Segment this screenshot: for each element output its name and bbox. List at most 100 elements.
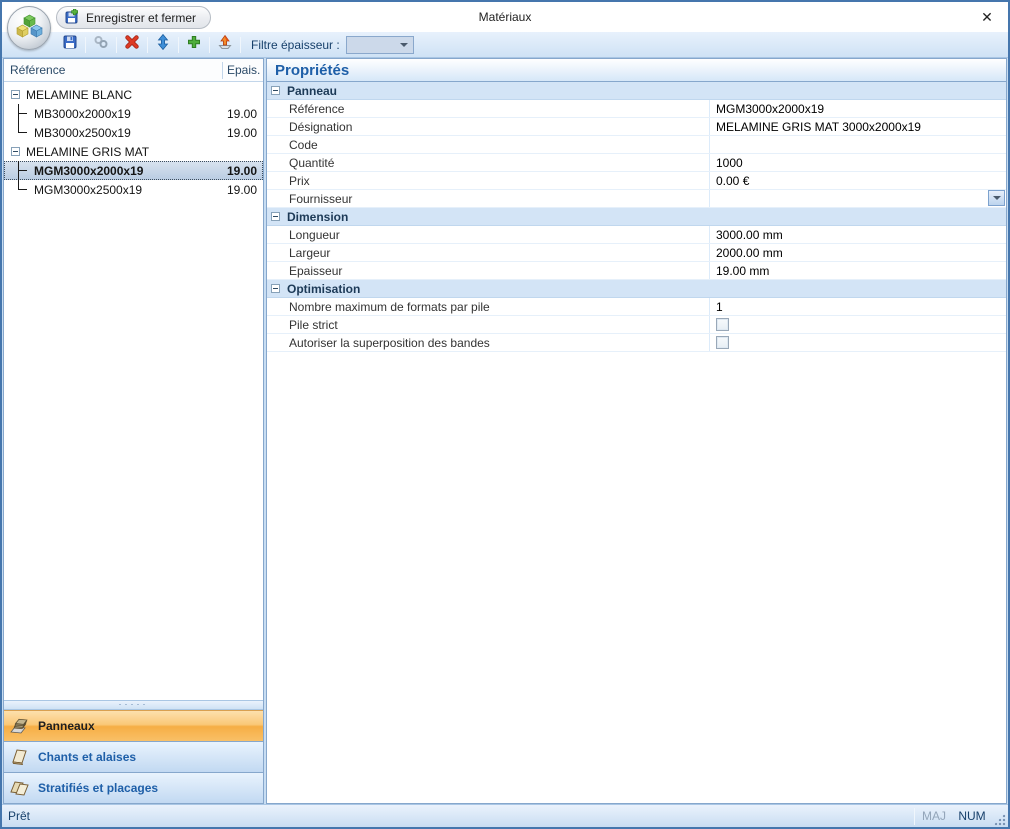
- nav-chants-button[interactable]: Chants et alaises: [4, 741, 263, 772]
- chevron-down-icon: [400, 43, 408, 47]
- prop-row-prix[interactable]: Prix 0.00 €: [267, 172, 1006, 190]
- tree-item-label: MGM3000x2500x19: [34, 183, 223, 197]
- tree-item-thickness: 19.00: [223, 183, 263, 197]
- pile-strict-checkbox[interactable]: [716, 318, 729, 331]
- prop-row-designation[interactable]: Désignation MELAMINE GRIS MAT 3000x2000x…: [267, 118, 1006, 136]
- tree-group-label: MELAMINE BLANC: [26, 88, 263, 102]
- materials-window: Matériaux Enregistrer et fermer ✕: [0, 0, 1010, 829]
- properties-title-label: Propriétés: [275, 62, 349, 79]
- prop-row-pile-strict[interactable]: Pile strict: [267, 316, 1006, 334]
- nav-panneaux-button[interactable]: Panneaux: [4, 710, 263, 741]
- collapse-icon[interactable]: [271, 86, 280, 95]
- resize-grip[interactable]: [993, 813, 1006, 826]
- nav-stratifies-button[interactable]: Stratifiés et placages: [4, 772, 263, 803]
- prop-group-label: Dimension: [287, 210, 348, 224]
- prop-row-fournisseur[interactable]: Fournisseur: [267, 190, 1006, 208]
- close-icon: ✕: [981, 9, 993, 26]
- prop-label: Référence: [267, 100, 709, 117]
- prop-value[interactable]: 0.00 €: [709, 172, 1006, 189]
- prop-label: Quantité: [267, 154, 709, 171]
- prop-value[interactable]: 3000.00 mm: [709, 226, 1006, 243]
- edge-band-icon: [9, 746, 31, 769]
- save-and-close-label: Enregistrer et fermer: [86, 11, 196, 25]
- prop-value[interactable]: [709, 136, 1006, 153]
- toolbar-separator: [240, 37, 241, 53]
- collapse-icon[interactable]: [11, 147, 20, 156]
- column-header-thickness[interactable]: Epais.: [223, 63, 263, 77]
- prop-row-superposition-bandes[interactable]: Autoriser la superposition des bandes: [267, 334, 1006, 352]
- link-icon: [93, 34, 109, 55]
- prop-label: Code: [267, 136, 709, 153]
- prop-row-epaisseur[interactable]: Epaisseur 19.00 mm: [267, 262, 1006, 280]
- main-area: Référence Epais. MELAMINE BLANC MB3000x2…: [2, 58, 1008, 804]
- tree-item[interactable]: MGM3000x2500x19 19.00: [4, 180, 263, 199]
- tree-column-headers[interactable]: Référence Epais.: [4, 59, 263, 82]
- collapse-icon[interactable]: [271, 212, 280, 221]
- toolbar-separator: [85, 37, 86, 53]
- prop-value[interactable]: [709, 190, 1006, 207]
- prop-value[interactable]: MELAMINE GRIS MAT 3000x2000x19: [709, 118, 1006, 135]
- prop-row-code[interactable]: Code: [267, 136, 1006, 154]
- tree-item-label: MB3000x2000x19: [34, 107, 223, 121]
- prop-value[interactable]: 1000: [709, 154, 1006, 171]
- prop-group-dimension[interactable]: Dimension: [267, 208, 1006, 226]
- tree-group-melamine-gris-mat[interactable]: MELAMINE GRIS MAT: [4, 142, 263, 161]
- import-button[interactable]: [213, 34, 237, 56]
- save-and-close-button[interactable]: Enregistrer et fermer: [56, 6, 211, 29]
- column-header-reference[interactable]: Référence: [4, 63, 222, 77]
- prop-row-reference[interactable]: Référence MGM3000x2000x19: [267, 100, 1006, 118]
- prop-group-optimisation[interactable]: Optimisation: [267, 280, 1006, 298]
- nav-panneaux-label: Panneaux: [38, 719, 95, 733]
- prop-group-label: Panneau: [287, 84, 337, 98]
- prop-row-nb-formats-pile[interactable]: Nombre maximum de formats par pile 1: [267, 298, 1006, 316]
- tree-item-selected[interactable]: MGM3000x2000x19 19.00: [4, 161, 263, 180]
- application-menu-button[interactable]: [7, 6, 51, 50]
- save-icon: [62, 34, 78, 55]
- link-button[interactable]: [89, 34, 113, 56]
- title-bar: Matériaux Enregistrer et fermer ✕: [2, 2, 1008, 32]
- toolbar: Filtre épaisseur :: [2, 32, 1008, 58]
- delete-x-icon: [124, 34, 140, 55]
- prop-label: Fournisseur: [267, 190, 709, 207]
- tree-branch-icon: [4, 104, 34, 123]
- status-num-indicator: NUM: [953, 809, 991, 823]
- prop-group-panneau[interactable]: Panneau: [267, 82, 1006, 100]
- delete-button[interactable]: [120, 34, 144, 56]
- collapse-icon[interactable]: [271, 284, 280, 293]
- prop-label: Autoriser la superposition des bandes: [267, 334, 709, 351]
- collapse-icon[interactable]: [11, 90, 20, 99]
- tree-item[interactable]: MB3000x2000x19 19.00: [4, 104, 263, 123]
- save-button[interactable]: [58, 34, 82, 56]
- filter-thickness-label: Filtre épaisseur :: [251, 38, 340, 52]
- prop-label: Pile strict: [267, 316, 709, 333]
- fournisseur-dropdown-button[interactable]: [988, 190, 1005, 206]
- nav-chants-label: Chants et alaises: [38, 750, 136, 764]
- tree-item[interactable]: MB3000x2500x19 19.00: [4, 123, 263, 142]
- import-icon: [217, 34, 233, 55]
- prop-value[interactable]: MGM3000x2000x19: [709, 100, 1006, 117]
- prop-row-largeur[interactable]: Largeur 2000.00 mm: [267, 244, 1006, 262]
- properties-panel: Propriétés Panneau Référence MGM3000x200…: [266, 58, 1007, 804]
- filter-thickness-combobox[interactable]: [346, 36, 414, 54]
- prop-row-longueur[interactable]: Longueur 3000.00 mm: [267, 226, 1006, 244]
- prop-row-quantite[interactable]: Quantité 1000: [267, 154, 1006, 172]
- prop-value: [709, 316, 1006, 333]
- add-button[interactable]: [182, 34, 206, 56]
- prop-value[interactable]: 19.00 mm: [709, 262, 1006, 279]
- tree-item-thickness: 19.00: [223, 164, 263, 178]
- move-button[interactable]: [151, 34, 175, 56]
- panels-stack-icon: [9, 715, 31, 738]
- nav-stratifies-label: Stratifiés et placages: [38, 781, 158, 795]
- tree-item-label: MGM3000x2000x19: [34, 164, 223, 178]
- properties-title: Propriétés: [267, 59, 1006, 82]
- superposition-bandes-checkbox[interactable]: [716, 336, 729, 349]
- close-button[interactable]: ✕: [974, 6, 1000, 28]
- prop-value[interactable]: 1: [709, 298, 1006, 315]
- tree-group-melamine-blanc[interactable]: MELAMINE BLANC: [4, 85, 263, 104]
- status-caps-indicator: MAJ: [915, 809, 953, 823]
- panel-splitter[interactable]: ·····: [4, 700, 263, 710]
- prop-value[interactable]: 2000.00 mm: [709, 244, 1006, 261]
- prop-label: Longueur: [267, 226, 709, 243]
- tree-branch-icon: [4, 123, 34, 142]
- splitter-grip-icon: ·····: [119, 701, 149, 707]
